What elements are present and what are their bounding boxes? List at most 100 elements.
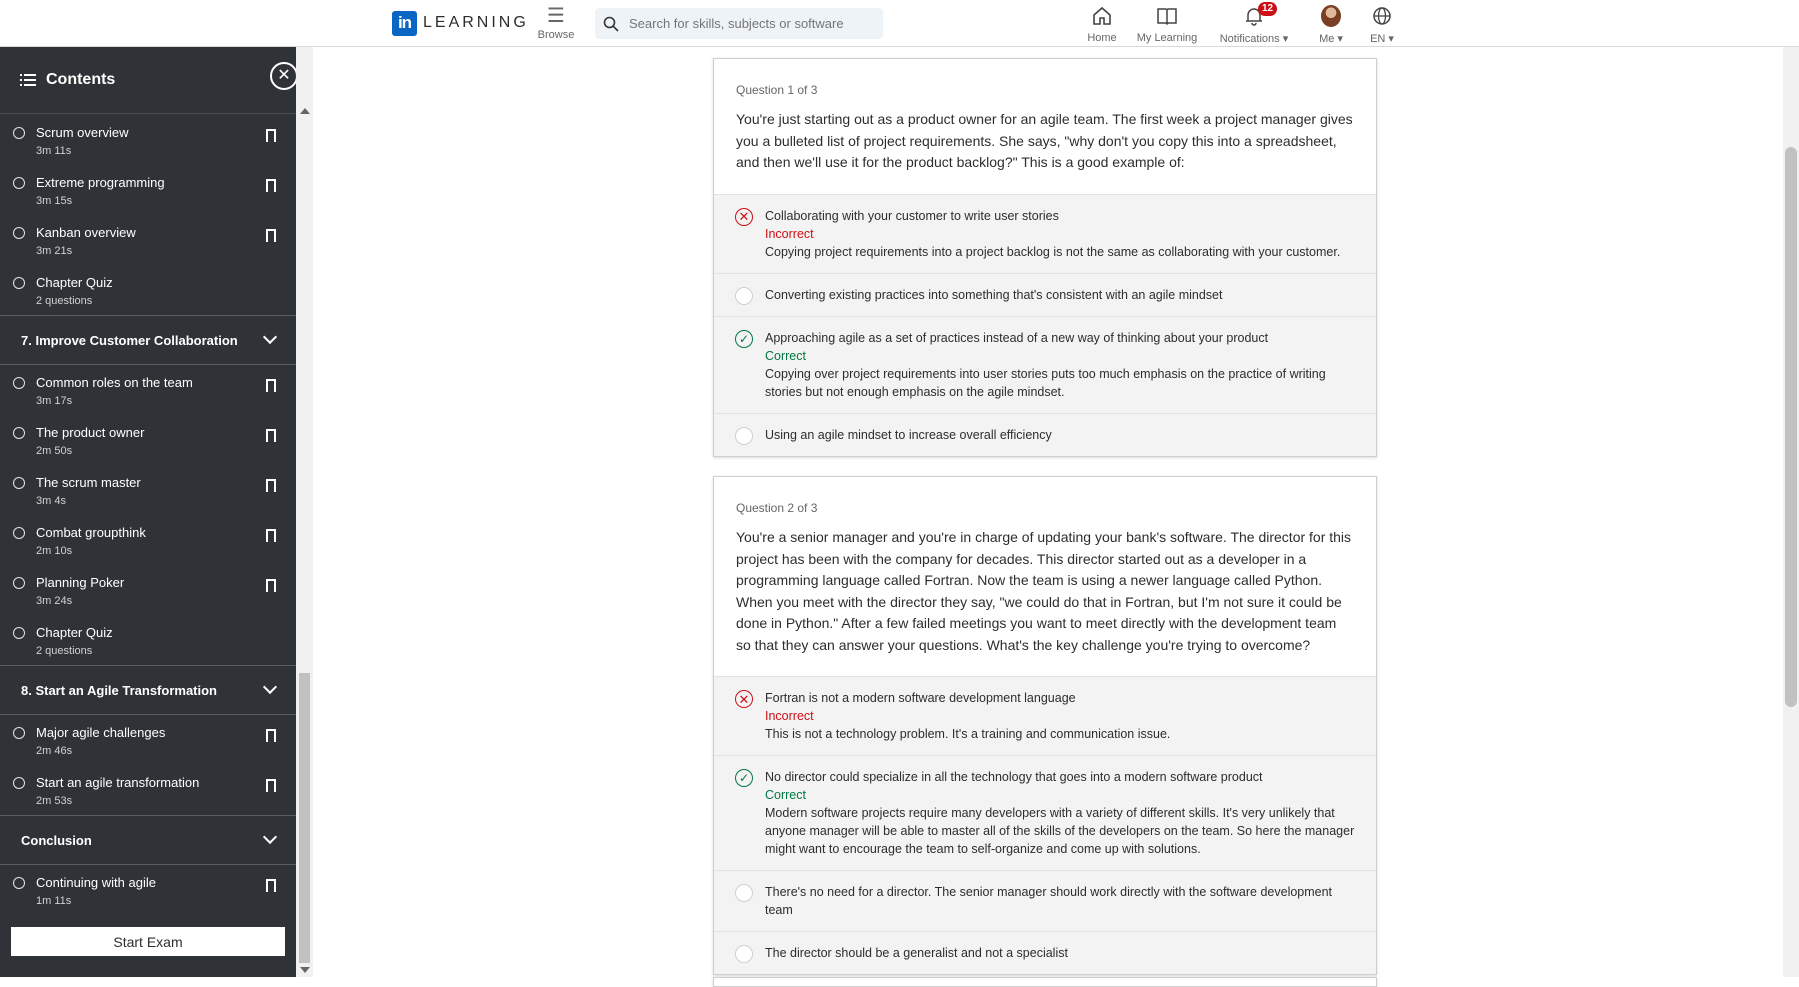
page-scrollbar[interactable] [1783, 47, 1799, 977]
contents-sidebar: Contents ✕ Scrum overview 3m 11s Extreme p… [0, 47, 298, 977]
answer-text: Fortran is not a modern software develop… [765, 691, 1076, 705]
sidebar-item-label: Chapter Quiz [36, 275, 113, 290]
nav-language-label: EN [1370, 33, 1386, 45]
chevron-down-icon[interactable] [262, 329, 278, 345]
answer-explanation: Modern software projects require many de… [765, 806, 1355, 856]
bookmark-icon[interactable] [266, 729, 276, 746]
caret-down-icon: ▾ [1388, 33, 1394, 45]
sidebar-chapter-header[interactable]: 8. Start an Agile Transformation [0, 665, 296, 715]
bookmark-icon[interactable] [266, 529, 276, 546]
sidebar-quiz-item[interactable]: Chapter Quiz 2 questions [0, 615, 296, 665]
answer-status: Incorrect [765, 709, 814, 723]
nav-notifications[interactable]: 12 Notifications ▾ [1216, 2, 1292, 45]
sidebar-header: Contents ✕ [0, 47, 298, 114]
sidebar-video-item[interactable]: Start an agile transformation 2m 53s [0, 765, 296, 815]
sidebar-item-label: Continuing with agile [36, 875, 156, 890]
question-text: You're just starting out as a product ow… [736, 111, 1353, 170]
scroll-up-icon[interactable] [300, 108, 310, 114]
chapter-title: Conclusion [21, 832, 92, 848]
notification-count-badge: 12 [1258, 2, 1278, 16]
bookmark-icon[interactable] [266, 479, 276, 496]
bookmark-icon[interactable] [266, 579, 276, 596]
sidebar-quiz-item[interactable]: Chapter Quiz 2 questions [0, 265, 296, 315]
sidebar-title: Contents [46, 71, 116, 88]
sidebar-video-item[interactable]: Major agile challenges 2m 46s [0, 715, 296, 765]
bookmark-icon[interactable] [266, 379, 276, 396]
sidebar-item-duration: 2 questions [36, 295, 93, 307]
nav-home[interactable]: Home [1082, 5, 1122, 44]
sidebar-video-item[interactable]: Planning Poker 3m 24s [0, 565, 296, 615]
answer-option: ✓ No director could specialize in all the… [714, 755, 1376, 870]
answer-option: There's no need for a director. The seni… [714, 870, 1376, 931]
answer-text: There's no need for a director. The seni… [765, 885, 1333, 917]
contents-list: Scrum overview 3m 11s Extreme programming 3… [0, 115, 296, 915]
browse-label: Browse [537, 29, 575, 41]
sidebar-item-duration: 3m 15s [36, 195, 73, 207]
nav-language[interactable]: EN ▾ [1364, 5, 1400, 45]
nav-home-label: Home [1087, 32, 1117, 44]
sidebar-video-item[interactable]: Extreme programming 3m 15s [0, 165, 296, 215]
question-card-next [713, 977, 1377, 987]
search-box[interactable] [595, 8, 883, 39]
sidebar-video-item[interactable]: The scrum master 3m 4s [0, 465, 296, 515]
page-scroll-thumb[interactable] [1785, 147, 1797, 707]
sidebar-scrollbar[interactable] [296, 47, 313, 977]
sidebar-video-item[interactable]: Combat groupthink 2m 10s [0, 515, 296, 565]
status-circle-icon [13, 377, 25, 389]
status-circle-icon [13, 527, 25, 539]
sidebar-item-duration: 2m 53s [36, 795, 73, 807]
sidebar-video-item[interactable]: Continuing with agile 1m 11s [0, 865, 296, 915]
sidebar-video-item[interactable]: Common roles on the team 3m 17s [0, 365, 296, 415]
sidebar-item-duration: 2m 50s [36, 445, 73, 457]
sidebar-item-duration: 3m 17s [36, 395, 73, 407]
search-input[interactable] [629, 16, 869, 31]
top-nav: in LEARNING ☰ Browse Home My Learning 12… [0, 0, 1799, 47]
caret-down-icon: ▾ [1337, 33, 1343, 45]
radio-circle-icon [735, 426, 753, 445]
question-text: You're a senior manager and you're in ch… [736, 529, 1352, 653]
radio-circle-icon [735, 884, 753, 902]
bookmark-icon[interactable] [266, 429, 276, 446]
sidebar-chapter-header[interactable]: 7. Improve Customer Collaboration [0, 315, 296, 365]
nav-me[interactable]: Me ▾ [1313, 5, 1349, 45]
bookmark-icon[interactable] [266, 879, 276, 896]
chevron-down-icon[interactable] [262, 679, 278, 695]
sidebar-video-item[interactable]: Kanban overview 3m 21s [0, 215, 296, 265]
incorrect-x-icon: ✕ [735, 690, 753, 708]
answer-option: ✓ Approaching agile as a set of practices… [714, 315, 1376, 413]
bookmark-icon[interactable] [266, 179, 276, 196]
answer-text: Collaborating with your customer to writ… [765, 208, 1059, 223]
bookmark-icon[interactable] [266, 129, 276, 146]
nav-my-learning[interactable]: My Learning [1134, 5, 1200, 44]
scroll-down-icon[interactable] [300, 967, 310, 973]
question-card: Question 2 of 3 You're a senior manager a… [713, 476, 1377, 975]
close-sidebar-button[interactable]: ✕ [270, 62, 298, 90]
nav-my-learning-label: My Learning [1136, 32, 1198, 44]
answer-option: Converting existing practices into somet… [714, 272, 1376, 316]
sidebar-item-duration: 1m 11s [36, 895, 72, 907]
sidebar-video-item[interactable]: The product owner 2m 50s [0, 415, 296, 465]
correct-check-icon: ✓ [735, 769, 753, 787]
bookmark-icon[interactable] [266, 229, 276, 246]
sidebar-item-duration: 3m 21s [36, 245, 73, 257]
chevron-down-icon[interactable] [262, 829, 278, 845]
sidebar-chapter-header[interactable]: Conclusion [0, 815, 296, 865]
sidebar-item-label: The product owner [36, 425, 145, 440]
sidebar-item-label: Major agile challenges [36, 725, 166, 740]
status-circle-icon [13, 777, 25, 789]
list-icon: ☰ [547, 5, 565, 27]
start-exam-button[interactable]: Start Exam [11, 927, 285, 956]
sidebar-scroll-thumb[interactable] [299, 673, 310, 963]
sidebar-video-item[interactable]: Scrum overview 3m 11s [0, 115, 296, 165]
search-icon [603, 16, 619, 32]
bookmark-icon[interactable] [266, 779, 276, 796]
radio-circle-icon [735, 286, 753, 305]
status-circle-icon [13, 127, 25, 139]
nav-notifications-label: Notifications [1219, 33, 1280, 45]
book-icon [1157, 8, 1177, 25]
linkedin-learning-logo[interactable]: in LEARNING [392, 10, 529, 36]
sidebar-item-duration: 2m 46s [36, 745, 73, 757]
browse-button[interactable]: ☰ Browse [536, 6, 576, 41]
sidebar-item-duration: 3m 24s [36, 595, 73, 607]
answer-explanation: Copying over project requirements into u… [765, 366, 1326, 399]
